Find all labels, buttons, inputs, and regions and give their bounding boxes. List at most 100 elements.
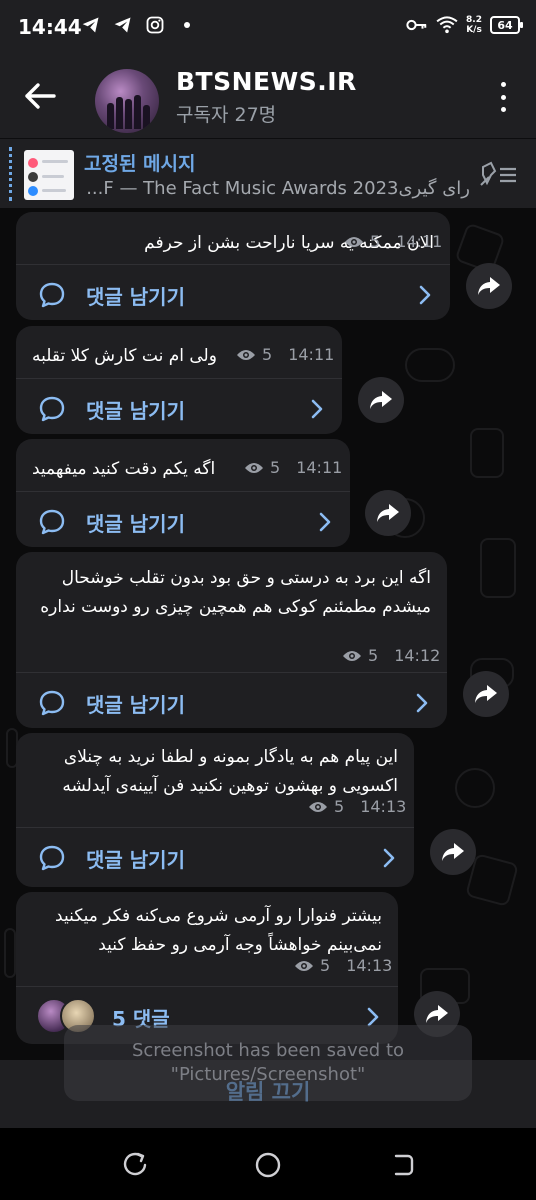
background-doodle [470, 428, 504, 478]
message-meta: 5 14:11 [236, 345, 334, 364]
view-count: 5 [320, 956, 331, 975]
share-arrow-icon [377, 504, 399, 522]
comment-icon [39, 282, 65, 308]
chevron-right-icon [383, 848, 395, 868]
message-bubble[interactable]: اگه یکم دقت کنید میفهمید 5 14:11 댓글 남기기 [16, 439, 350, 547]
share-button[interactable] [463, 671, 509, 717]
message-time: 14:11 [296, 458, 343, 477]
key-icon [406, 14, 428, 36]
message-text: ولی ام نت کارش کلا تقلبه [32, 346, 217, 366]
eye-icon [295, 960, 313, 971]
pinned-text: رای گیریF — The Fact Music Awards 2023..… [86, 178, 470, 199]
share-button[interactable] [365, 490, 411, 536]
channel-title[interactable]: BTSNEWS.IR [176, 67, 357, 96]
chevron-right-icon [419, 285, 431, 305]
message-meta: 5 14:13 [294, 956, 392, 975]
share-arrow-icon [442, 843, 464, 861]
arrow-left-icon [25, 83, 56, 109]
dot-icon [500, 107, 506, 112]
message-meta: 5 14:11 [244, 458, 342, 477]
status-time: 14:44 [18, 15, 82, 39]
recents-icon [123, 1152, 147, 1176]
leave-comment-button[interactable]: 댓글 남기기 [16, 264, 450, 324]
comment-icon [39, 690, 65, 716]
leave-comment-button[interactable]: 댓글 남기기 [16, 827, 414, 887]
instagram-icon [144, 14, 166, 36]
pinned-title: 고정된 메시지 [84, 153, 196, 175]
eye-icon [237, 349, 255, 360]
message-meta: 5 14:11 [344, 232, 442, 251]
comment-icon [39, 509, 65, 535]
view-count: 5 [270, 458, 281, 477]
pinned-indicator [9, 147, 12, 201]
comment-icon [39, 845, 65, 871]
leave-comment-button[interactable]: 댓글 남기기 [16, 672, 447, 732]
telegram-icon [80, 14, 102, 36]
pinned-thumbnail [24, 150, 74, 200]
pinned-list-button[interactable] [480, 161, 518, 187]
chevron-right-icon [311, 399, 323, 419]
background-doodle [455, 768, 495, 808]
chat-header: BTSNEWS.IR 구독자 27명 [0, 56, 536, 138]
comment-label: 댓글 남기기 [86, 399, 185, 423]
message-bubble[interactable]: این پیام هم به یادگار بمونه و لطفا نرید … [16, 733, 414, 887]
message-time: 14:11 [288, 345, 335, 364]
share-arrow-icon [426, 1005, 448, 1023]
message-time: 14:11 [396, 232, 443, 251]
leave-comment-button[interactable]: 댓글 남기기 [16, 491, 350, 551]
wifi-icon [436, 14, 458, 36]
background-doodle [405, 348, 455, 382]
message-text: اگه یکم دقت کنید میفهمید [32, 459, 216, 479]
leave-comment-button[interactable]: 댓글 남기기 [16, 378, 342, 438]
battery-icon: 64 [490, 16, 523, 34]
home-circle-icon [255, 1152, 281, 1178]
chevron-right-icon [319, 512, 331, 532]
comment-label: 댓글 남기기 [86, 512, 185, 536]
chat-area[interactable]: الان ممکنه یه سریا ناراحت بشن از حرفم 5 … [0, 208, 536, 1128]
share-arrow-icon [478, 277, 500, 295]
message-meta: 5 14:13 [308, 797, 406, 816]
comment-label: 댓글 남기기 [86, 848, 185, 872]
pin-list-icon [480, 161, 516, 186]
message-bubble[interactable]: بیشتر فنوارا رو آرمی شروع می‌کنه فکر میک… [16, 892, 398, 1044]
more-menu-button[interactable] [498, 82, 508, 112]
network-speed: 8.2 K/s [466, 15, 482, 35]
eye-icon [343, 650, 361, 661]
eye-icon [309, 801, 327, 812]
recents-button[interactable] [121, 1151, 149, 1179]
screenshot-toast: Screenshot has been saved to "Pictures/S… [64, 1025, 472, 1101]
comment-icon [39, 396, 65, 422]
status-bar: 14:44 8.2 K/s 64 [0, 0, 536, 56]
toast-text: Screenshot has been saved to "Pictures/S… [131, 1040, 405, 1085]
notification-dot-icon [184, 22, 190, 28]
message-text: اگه این برد به درستی و حق بود بدون تقلب … [40, 568, 431, 617]
back-nav-button[interactable] [388, 1151, 416, 1179]
dot-icon [500, 82, 506, 87]
share-button[interactable] [466, 263, 512, 309]
share-button[interactable] [358, 377, 404, 423]
telegram-icon [112, 14, 134, 36]
comment-label: 댓글 남기기 [86, 285, 185, 309]
view-count: 5 [334, 797, 345, 816]
eye-icon [245, 462, 263, 473]
message-time: 14:13 [346, 956, 393, 975]
subscriber-count: 구독자 27명 [176, 104, 277, 126]
home-button[interactable] [254, 1151, 282, 1179]
share-button[interactable] [430, 829, 476, 875]
dot-icon [500, 94, 506, 100]
back-button[interactable] [22, 80, 58, 112]
view-count: 5 [368, 646, 379, 665]
message-bubble[interactable]: الان ممکنه یه سریا ناراحت بشن از حرفم 5 … [16, 212, 450, 320]
system-nav-bar [0, 1128, 536, 1200]
message-meta: 5 14:12 [342, 646, 440, 665]
channel-avatar[interactable] [95, 69, 159, 133]
view-count: 5 [370, 232, 381, 251]
message-bubble[interactable]: اگه این برد به درستی و حق بود بدون تقلب … [16, 552, 447, 728]
message-time: 14:13 [360, 797, 407, 816]
share-arrow-icon [370, 391, 392, 409]
pinned-message-bar[interactable]: 고정된 메시지 رای گیریF — The Fact Music Award… [0, 138, 536, 208]
message-bubble[interactable]: ولی ام نت کارش کلا تقلبه 5 14:11 댓글 남기기 [16, 326, 342, 434]
chevron-right-icon [416, 693, 428, 713]
view-count: 5 [262, 345, 273, 364]
message-text: این پیام هم به یادگار بمونه و لطفا نرید … [62, 747, 398, 796]
